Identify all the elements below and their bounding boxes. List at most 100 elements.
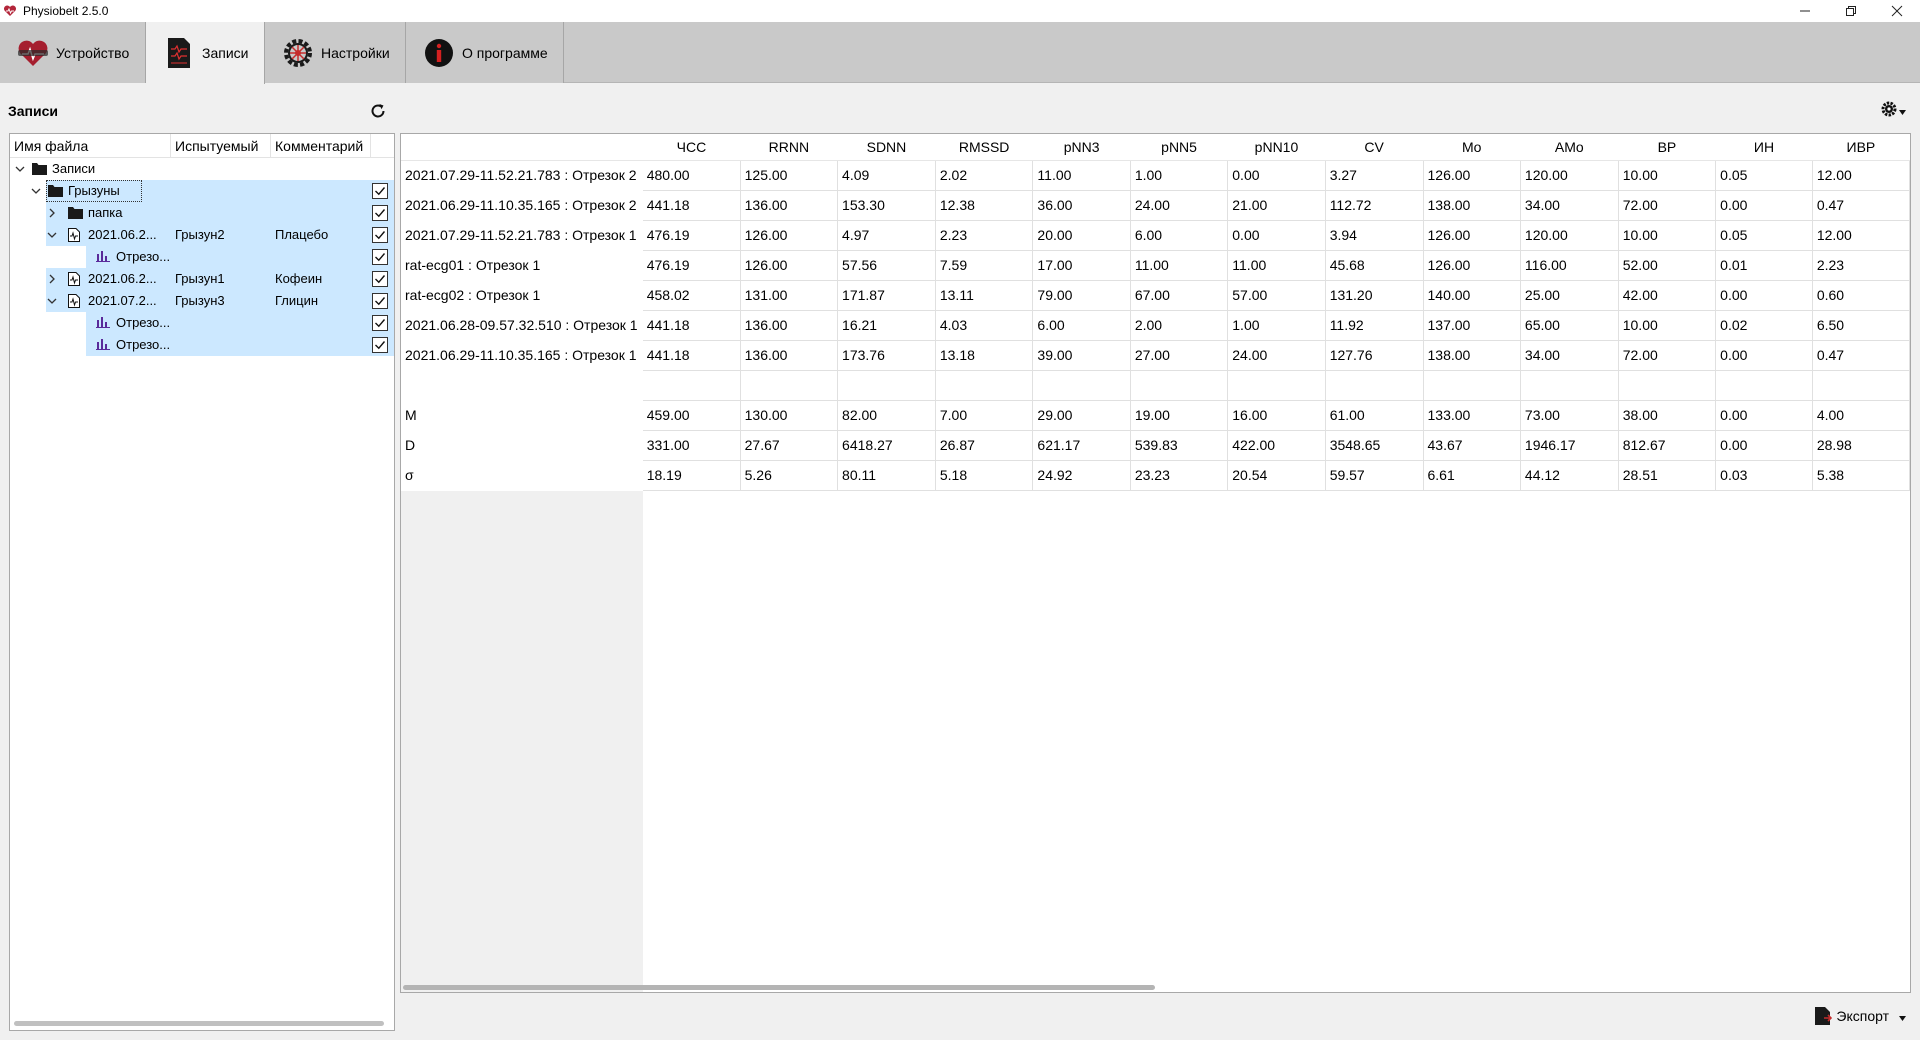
table-cell[interactable]: 1946.17 [1520,430,1619,461]
table-cell[interactable]: 38.00 [1618,400,1717,431]
table-cell[interactable]: 0.01 [1715,250,1813,281]
table-cell[interactable]: 73.00 [1520,400,1619,431]
table-cell[interactable]: 0.00 [1715,400,1813,431]
table-cell[interactable]: 1.00 [1130,160,1229,191]
row-checkbox[interactable] [372,293,388,309]
tree-row-group[interactable]: Грызуны [10,180,394,202]
table-cell[interactable]: 24.00 [1227,340,1326,371]
table-cell[interactable] [1715,370,1813,401]
row-header[interactable] [401,370,643,401]
tree-row-folder[interactable]: папка [10,202,394,224]
table-cell[interactable]: 621.17 [1032,430,1131,461]
table-cell[interactable]: 539.83 [1130,430,1229,461]
table-cell[interactable] [1032,370,1131,401]
table-cell[interactable]: 0.47 [1812,340,1910,371]
table-cell[interactable] [1618,370,1717,401]
table-cell[interactable]: 57.56 [837,250,936,281]
table-cell[interactable]: 11.00 [1032,160,1131,191]
column-header[interactable]: SDNN [837,134,936,161]
table-cell[interactable]: 61.00 [1325,400,1424,431]
grid-settings-button[interactable] [1880,99,1906,121]
chevron-down-icon[interactable] [46,229,58,241]
table-cell[interactable] [1325,370,1424,401]
table-cell[interactable]: 5.26 [740,460,839,491]
table-cell[interactable]: 131.00 [740,280,839,311]
tree-row-segment[interactable]: Отрезо... [10,312,394,334]
chevron-down-icon[interactable] [46,295,58,307]
table-cell[interactable]: 4.97 [837,220,936,251]
table-cell[interactable]: 52.00 [1618,250,1717,281]
column-header[interactable]: RMSSD [935,134,1033,161]
table-cell[interactable]: 2.23 [935,220,1034,251]
table-cell[interactable]: 422.00 [1227,430,1326,461]
table-cell[interactable] [1520,370,1619,401]
table-row[interactable]: 2021.06.28-09.57.32.510 : Отрезок 1 441.1… [401,310,1910,341]
table-cell[interactable]: 116.00 [1520,250,1619,281]
table-cell[interactable]: 0.05 [1715,220,1813,251]
table-cell[interactable]: 153.30 [837,190,936,221]
row-header[interactable]: 2021.06.29-11.10.35.165 : Отрезок 2 [401,190,643,221]
table-cell[interactable]: 5.18 [935,460,1034,491]
restore-button[interactable] [1828,0,1874,22]
table-cell[interactable]: 29.00 [1032,400,1131,431]
table-cell[interactable]: 26.87 [935,430,1034,461]
table-cell[interactable]: 0.05 [1715,160,1813,191]
refresh-button[interactable] [368,101,388,121]
tree-row-file[interactable]: 2021.06.2... Грызун1 Кофеин [10,268,394,290]
close-button[interactable] [1874,0,1920,22]
table-row[interactable]: D 331.00 27.67 6418.27 26.87 621.17 539.83 422.… [401,430,1910,461]
table-cell[interactable] [740,370,839,401]
table-cell[interactable]: 45.68 [1325,250,1424,281]
table-cell[interactable]: 4.09 [837,160,936,191]
table-cell[interactable]: 42.00 [1618,280,1717,311]
column-header-filename[interactable]: Имя файла [10,134,171,158]
table-cell[interactable]: 2.23 [1812,250,1910,281]
table-cell[interactable]: 136.00 [740,310,839,341]
table-cell[interactable]: 27.67 [740,430,839,461]
column-header[interactable]: ИВР [1812,134,1910,161]
column-header[interactable]: pNN5 [1130,134,1228,161]
table-cell[interactable]: 21.00 [1227,190,1326,221]
table-cell[interactable]: 4.00 [1812,400,1910,431]
table-cell[interactable]: 23.23 [1130,460,1229,491]
tree-row-file[interactable]: 2021.06.2... Грызун2 Плацебо [10,224,394,246]
table-cell[interactable]: 10.00 [1618,160,1717,191]
chevron-down-icon[interactable] [14,163,26,175]
row-header[interactable]: 2021.06.29-11.10.35.165 : Отрезок 1 [401,340,643,371]
table-cell[interactable]: 0.60 [1812,280,1910,311]
table-cell[interactable]: 138.00 [1423,340,1521,371]
table-cell[interactable]: 136.00 [740,190,839,221]
table-cell[interactable]: 11.92 [1325,310,1424,341]
table-cell[interactable]: 72.00 [1618,340,1717,371]
table-cell[interactable]: 120.00 [1520,220,1619,251]
table-cell[interactable]: 0.47 [1812,190,1910,221]
table-cell[interactable]: 140.00 [1423,280,1521,311]
tab-about[interactable]: О программе [406,22,564,83]
row-header[interactable]: M [401,400,643,431]
table-cell[interactable]: 25.00 [1520,280,1619,311]
table-cell[interactable]: 0.00 [1227,160,1326,191]
table-cell[interactable] [1130,370,1229,401]
table-cell[interactable]: 36.00 [1032,190,1131,221]
tree-row-file[interactable]: 2021.07.2... Грызун3 Глицин [10,290,394,312]
row-checkbox[interactable] [372,249,388,265]
table-cell[interactable]: 6418.27 [837,430,936,461]
table-cell[interactable]: 10.00 [1618,310,1717,341]
table-cell[interactable]: 28.98 [1812,430,1910,461]
table-cell[interactable]: 0.00 [1715,430,1813,461]
tree-row-root[interactable]: Записи [10,158,394,180]
table-cell[interactable]: 5.38 [1812,460,1910,491]
table-cell[interactable]: 441.18 [642,310,741,341]
table-cell[interactable]: 12.00 [1812,160,1910,191]
row-header[interactable]: σ [401,460,643,491]
column-header[interactable]: pNN10 [1227,134,1326,161]
table-cell[interactable] [1227,370,1326,401]
table-cell[interactable]: 57.00 [1227,280,1326,311]
table-cell[interactable]: 28.51 [1618,460,1717,491]
records-tree[interactable]: Имя файла Испытуемый Комментарий Записи … [9,133,395,1031]
table-cell[interactable]: 13.18 [935,340,1034,371]
table-cell[interactable]: 24.00 [1130,190,1229,221]
table-cell[interactable]: 126.00 [740,220,839,251]
chevron-right-icon[interactable] [46,273,58,285]
table-cell[interactable]: 126.00 [740,250,839,281]
